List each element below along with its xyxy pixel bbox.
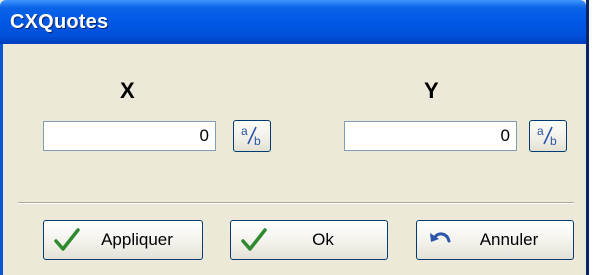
title-bar[interactable]: CXQuotes (0, 0, 586, 44)
fraction-denominator: b (550, 134, 557, 148)
cancel-button-label: Annuler (479, 230, 539, 249)
fraction-numerator: a (241, 124, 248, 138)
fraction-denominator: b (254, 134, 261, 148)
window-frame-left (0, 44, 3, 275)
ok-button-label: Ok (312, 230, 334, 249)
undo-arrow-icon (425, 225, 455, 255)
y-fraction-button[interactable]: a b (529, 120, 567, 152)
checkmark-icon (239, 225, 269, 255)
fraction-numerator: a (537, 124, 544, 138)
x-value-input[interactable] (43, 121, 216, 151)
y-label: Y (424, 78, 439, 103)
y-value-input[interactable] (344, 121, 517, 151)
window-title: CXQuotes (10, 11, 109, 33)
apply-button-label: Appliquer (101, 230, 173, 249)
separator (18, 202, 574, 204)
checkmark-icon (52, 225, 82, 255)
ok-button[interactable]: Ok (230, 220, 388, 260)
cancel-button[interactable]: Annuler (416, 220, 574, 260)
apply-button[interactable]: Appliquer (43, 220, 203, 260)
dialog-window: CXQuotes X a b Y a b Appliquer Ok (0, 0, 589, 275)
x-label: X (120, 78, 135, 103)
fraction-icon: a b (241, 124, 261, 148)
x-fraction-button[interactable]: a b (233, 120, 271, 152)
fraction-icon: a b (537, 124, 557, 148)
